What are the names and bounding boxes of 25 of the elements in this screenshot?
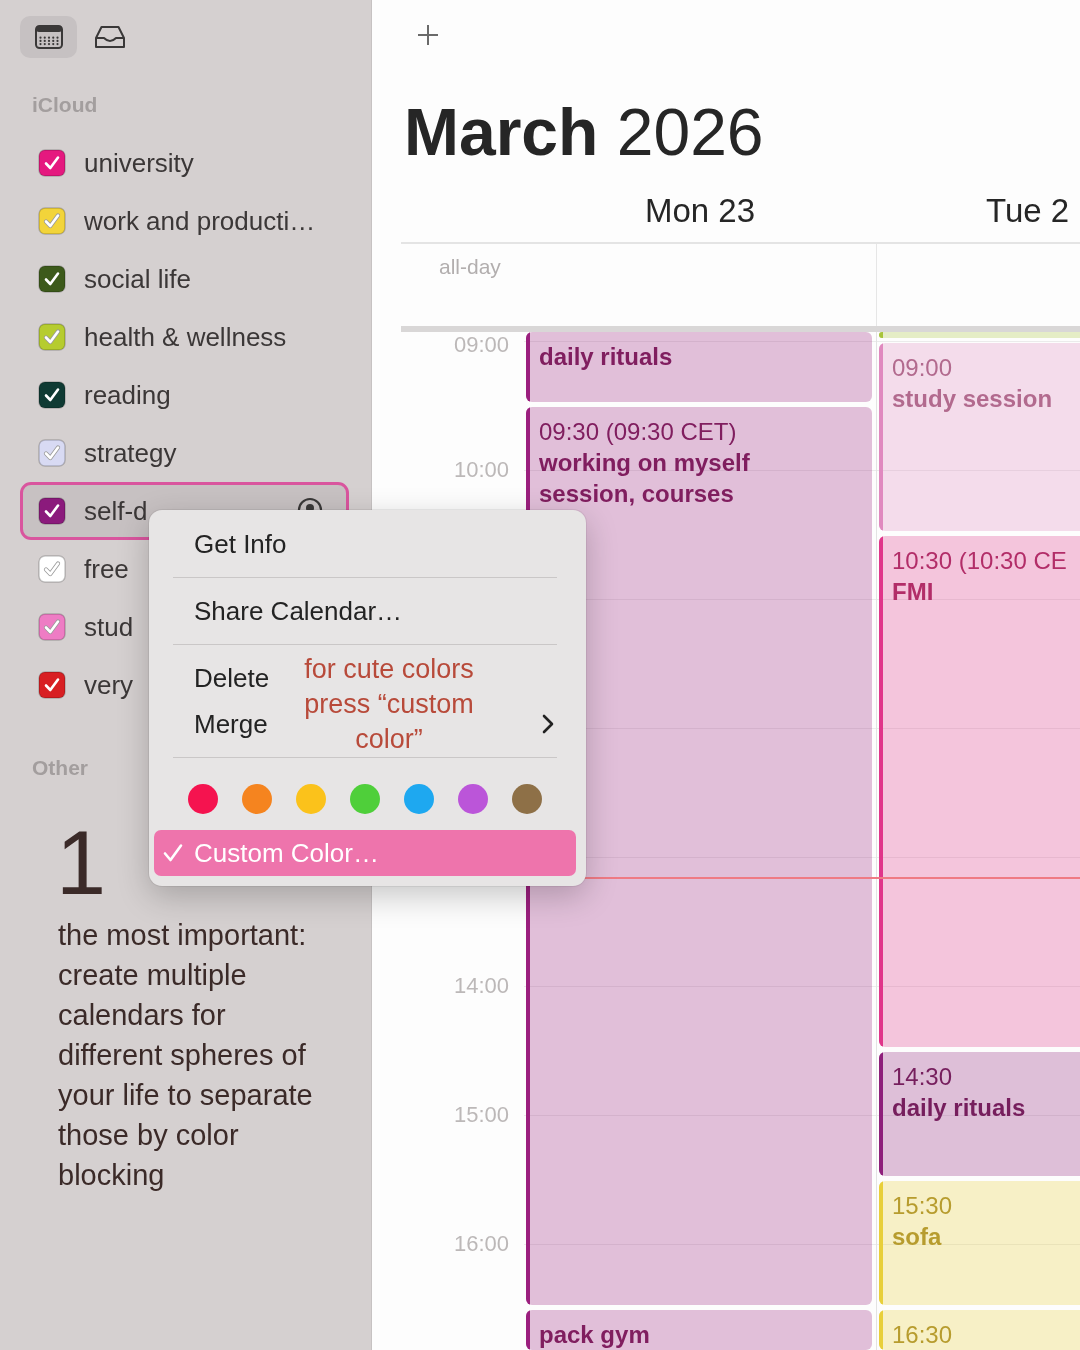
hour-label: 09:00 [453, 332, 509, 358]
hour-label: 15:00 [453, 1101, 509, 1128]
event-time: 15:30 [892, 1191, 953, 1222]
hour-label: 10:00 [453, 456, 509, 483]
hour-label: 14:00 [453, 972, 509, 999]
event-title: daily rituals [539, 342, 673, 372]
event-title: pack gym [539, 1320, 650, 1350]
step-number: 1 [56, 818, 107, 908]
event-time: 14:30 [892, 1062, 954, 1093]
event-title: FMI [892, 577, 935, 608]
event-title: daily rituals [892, 1093, 1026, 1124]
day-header: Tue 2 [986, 192, 1070, 229]
event-title: working on myself session, courses [539, 448, 751, 510]
annotation-text: for cute colors press “custom color” [303, 653, 475, 756]
event-title: study session [892, 383, 1053, 414]
tip-text: the most important: create multiple calendars for different spheres of your life to separate those by color blocking [58, 918, 314, 1193]
event-time: 16:30 [892, 1320, 953, 1350]
event-time: 09:30 (09:30 CET) [539, 417, 738, 448]
hour-label: 16:00 [453, 1230, 509, 1257]
month-title: March 2026 [404, 94, 764, 170]
day-header: Mon 23 [644, 191, 756, 231]
all-day-label: all-day [439, 254, 501, 280]
event-time: 10:30 (10:30 CE [892, 546, 1067, 577]
event-time: 09:00 [892, 352, 954, 383]
event-title: sofa [892, 1222, 943, 1253]
